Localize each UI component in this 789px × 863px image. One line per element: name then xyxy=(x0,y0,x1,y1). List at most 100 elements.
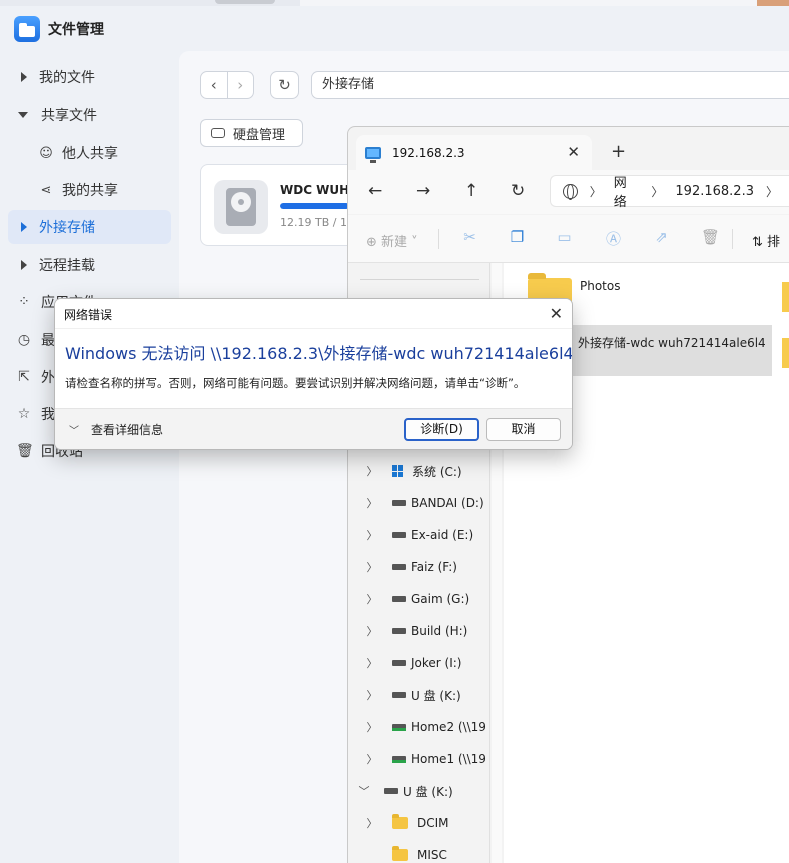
close-tab-icon[interactable]: ✕ xyxy=(567,143,580,161)
disk-management-button[interactable]: 硬盘管理 xyxy=(200,119,303,147)
drive-icon xyxy=(392,500,406,506)
chevron-down-icon: ﹀ xyxy=(358,785,370,798)
dialog-body: Windows 无法访问 \\192.168.2.3\外接存储-wdc wuh7… xyxy=(55,328,572,408)
address-bar[interactable]: 〉 网络 〉 192.168.2.3 〉 xyxy=(550,172,789,210)
refresh-button[interactable]: ↻ xyxy=(270,71,299,99)
sidebar-item-my-files[interactable]: 我的文件 xyxy=(8,60,171,94)
new-button[interactable]: ⊕ 新建 ˅ xyxy=(366,231,418,250)
clock-icon: ◷ xyxy=(17,332,31,348)
windows-logo-icon xyxy=(392,465,404,477)
sidebar-item-my-shares[interactable]: ⋖ 我的共享 xyxy=(38,175,118,205)
tree-item-exaid[interactable]: 〉 Ex-aid (E:) xyxy=(366,521,474,549)
chevron-right-icon: 〉 xyxy=(366,529,378,542)
folder-icon xyxy=(782,282,789,312)
chevron-right-icon: 〉 xyxy=(366,753,378,766)
tree-item-misc[interactable]: 〉 MISC xyxy=(366,841,447,863)
command-bar: ⊕ 新建 ˅ ✂ ❐ ▭ Ⓐ ⇗ 🗑 ⇅ 排 xyxy=(348,215,789,263)
hard-disk-icon xyxy=(211,128,225,138)
chevron-right-icon: 〉 xyxy=(366,497,378,510)
chevron-down-icon: ﹀ xyxy=(69,426,79,437)
sidebar-item-shared-files[interactable]: 共享文件 xyxy=(8,98,171,132)
back-arrow-icon[interactable]: ← xyxy=(368,181,382,201)
sidebar-item-remote-mount[interactable]: 远程挂载 xyxy=(8,248,171,282)
cancel-button[interactable]: 取消 xyxy=(486,418,561,441)
trash-icon: 🗑 xyxy=(16,443,34,459)
path-input[interactable]: 外接存储 xyxy=(311,71,789,99)
cut-icon[interactable]: ✂ xyxy=(461,228,478,246)
tree-item-udisk[interactable]: 〉 U 盘 (K:) xyxy=(366,681,461,709)
tree-item-bandai[interactable]: 〉 BANDAI (D:) xyxy=(366,489,484,517)
drive-icon xyxy=(392,596,406,602)
chevron-right-icon: 〉 xyxy=(366,817,378,830)
tree-item-build[interactable]: 〉 Build (H:) xyxy=(366,617,468,645)
paste-icon[interactable]: ▭ xyxy=(556,228,573,246)
disk-usage-fill xyxy=(280,203,349,209)
error-heading: Windows 无法访问 \\192.168.2.3\外接存储-wdc wuh7… xyxy=(65,344,573,363)
chevron-right-icon: 〉 xyxy=(651,184,664,199)
tree-item-dcim[interactable]: 〉 DCIM xyxy=(366,809,449,837)
tab-network-host[interactable]: 192.168.2.3 ✕ xyxy=(356,135,592,170)
forward-arrow-icon[interactable]: → xyxy=(416,181,430,201)
monitor-icon xyxy=(365,146,381,163)
forward-button[interactable]: › xyxy=(226,72,254,98)
expand-arrow-icon xyxy=(21,260,27,270)
drive-icon xyxy=(392,660,406,666)
network-drive-icon xyxy=(392,724,406,731)
nav-buttons: ‹ › xyxy=(200,71,254,99)
chevron-right-icon: 〉 xyxy=(366,689,378,702)
chevron-right-icon: 〉 xyxy=(589,184,602,199)
tree-item-udisk-expanded[interactable]: ﹀ U 盘 (K:) xyxy=(358,777,453,805)
drive-icon xyxy=(392,532,406,538)
app-header: 文件管理 xyxy=(14,16,104,42)
chevron-right-icon: 〉 xyxy=(366,561,378,574)
star-icon: ☆ xyxy=(17,406,31,422)
tree-item-joker[interactable]: 〉 Joker (I:) xyxy=(366,649,462,677)
hard-disk-icon xyxy=(214,180,268,234)
close-icon[interactable]: ✕ xyxy=(550,304,563,323)
chevron-right-icon: 〉 xyxy=(366,721,378,734)
drive-icon xyxy=(392,692,406,698)
chevron-right-icon: 〉 xyxy=(366,465,378,478)
expand-arrow-icon xyxy=(21,222,27,232)
disk-usage-bar xyxy=(280,203,350,209)
external-link-icon: ⇱ xyxy=(18,369,30,385)
tree-item-gaim[interactable]: 〉 Gaim (G:) xyxy=(366,585,470,613)
drive-icon xyxy=(392,628,406,634)
diagnose-button[interactable]: 诊断(D) xyxy=(404,418,479,441)
dialog-footer: ﹀ 查看详细信息 诊断(D) 取消 xyxy=(55,408,572,449)
error-message: 请检查名称的拼写。否则，网络可能有问题。要尝试识别并解决网络问题，请单击“诊断”… xyxy=(65,376,526,390)
apps-grid-icon: ⁘ xyxy=(18,294,30,310)
drive-icon xyxy=(384,788,398,794)
tree-item-system[interactable]: 〉 系统 (C:) xyxy=(366,457,462,485)
breadcrumb-host[interactable]: 192.168.2.3 xyxy=(675,184,754,199)
copy-icon[interactable]: ❐ xyxy=(509,228,526,246)
back-button[interactable]: ‹ xyxy=(201,72,227,98)
details-toggle[interactable]: ﹀ 查看详细信息 xyxy=(69,421,163,438)
tree-item-home2[interactable]: 〉 Home2 (\\19 xyxy=(366,713,488,741)
drive-icon xyxy=(392,564,406,570)
sidebar-item-shared-by-others[interactable]: ☺ 他人共享 xyxy=(38,138,118,168)
sidebar-item-external-storage[interactable]: 外接存储 xyxy=(8,210,171,244)
tree-item-home1[interactable]: 〉 Home1 (\\19 xyxy=(366,745,488,773)
folder-icon xyxy=(392,814,408,829)
chevron-right-icon: 〉 xyxy=(366,657,378,670)
dialog-title: 网络错误 xyxy=(64,308,113,322)
sort-button[interactable]: ⇅ 排 xyxy=(752,231,780,250)
top-window-strip xyxy=(0,0,789,6)
tree-item-faiz[interactable]: 〉 Faiz (F:) xyxy=(366,553,457,581)
up-arrow-icon[interactable]: ↑ xyxy=(464,181,478,201)
delete-icon[interactable]: 🗑 xyxy=(701,228,720,246)
folder-icon xyxy=(392,846,408,861)
rename-icon[interactable]: Ⓐ xyxy=(605,228,622,248)
breadcrumb-network[interactable]: 网络 xyxy=(614,172,640,210)
refresh-icon[interactable]: ↻ xyxy=(511,181,525,201)
share-icon: ⋖ xyxy=(40,182,52,198)
file-manager-logo-icon xyxy=(14,16,40,42)
chevron-right-icon: 〉 xyxy=(366,593,378,606)
share-icon[interactable]: ⇗ xyxy=(653,228,670,246)
expand-arrow-icon xyxy=(21,72,27,82)
disk-card[interactable]: WDC WUH72 12.19 TB / 12 xyxy=(200,164,366,246)
new-tab-icon[interactable]: + xyxy=(611,141,626,162)
globe-icon xyxy=(563,183,578,200)
user-icon: ☺ xyxy=(39,145,53,161)
